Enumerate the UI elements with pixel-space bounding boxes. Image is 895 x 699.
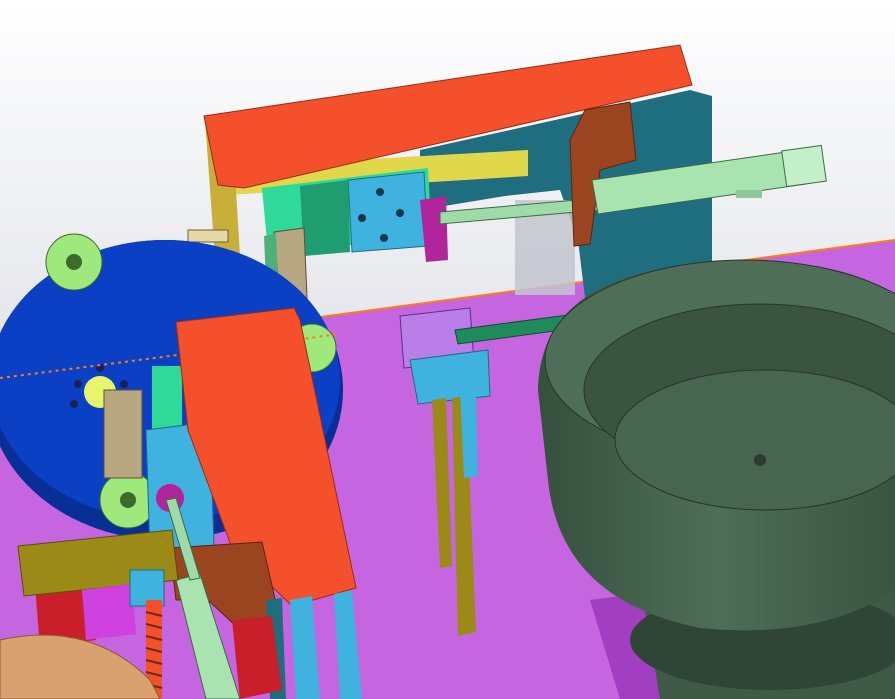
carriage-hole bbox=[358, 214, 366, 222]
carriage-hole bbox=[396, 209, 404, 217]
assembly-scene[interactable] bbox=[0, 0, 895, 699]
carriage-green-face bbox=[300, 180, 350, 256]
carriage-cyan-block[interactable] bbox=[347, 171, 429, 253]
table-cylinder[interactable] bbox=[103, 389, 143, 479]
cad-viewport[interactable] bbox=[0, 0, 895, 699]
cylinder-fitting bbox=[736, 190, 762, 198]
magenta-clamp[interactable] bbox=[82, 584, 136, 640]
feeder-base[interactable] bbox=[409, 349, 491, 405]
cylinder-end-cap bbox=[781, 144, 827, 188]
bowl-inner-floor bbox=[614, 369, 895, 511]
bowl-center-nut bbox=[754, 454, 766, 466]
left-air-fitting bbox=[187, 229, 229, 243]
carriage-hole bbox=[376, 188, 384, 196]
carriage-hole bbox=[380, 234, 388, 242]
